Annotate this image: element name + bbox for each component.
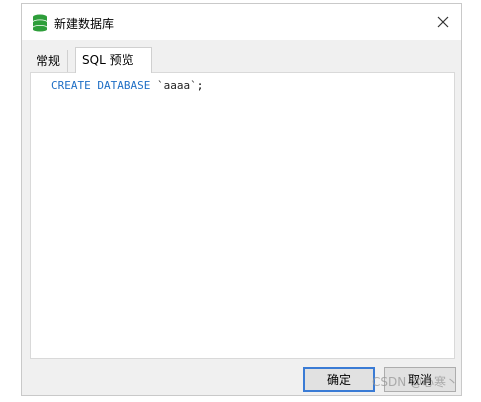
sql-terminator: ; — [196, 79, 204, 92]
close-icon — [437, 16, 449, 28]
ok-button[interactable]: 确定 — [303, 367, 375, 392]
tab-sql-preview[interactable]: SQL 预览 — [75, 47, 152, 73]
close-button[interactable] — [431, 10, 455, 34]
new-database-dialog: 新建数据库 常规 SQL 预览 CREATE DATABASE `aaaa`; … — [21, 3, 462, 396]
sql-database-name: `aaaa` — [156, 79, 197, 92]
tab-general[interactable]: 常规 — [30, 50, 68, 72]
title-bar: 新建数据库 — [22, 4, 461, 40]
sql-keyword: CREATE DATABASE — [51, 79, 151, 92]
sql-code: CREATE DATABASE `aaaa`; — [51, 79, 203, 92]
sql-preview-panel[interactable]: CREATE DATABASE `aaaa`; — [30, 72, 455, 359]
database-stack-icon — [32, 14, 48, 32]
window-title: 新建数据库 — [54, 17, 115, 31]
watermark: CSDN @心寒丶 — [372, 375, 459, 389]
